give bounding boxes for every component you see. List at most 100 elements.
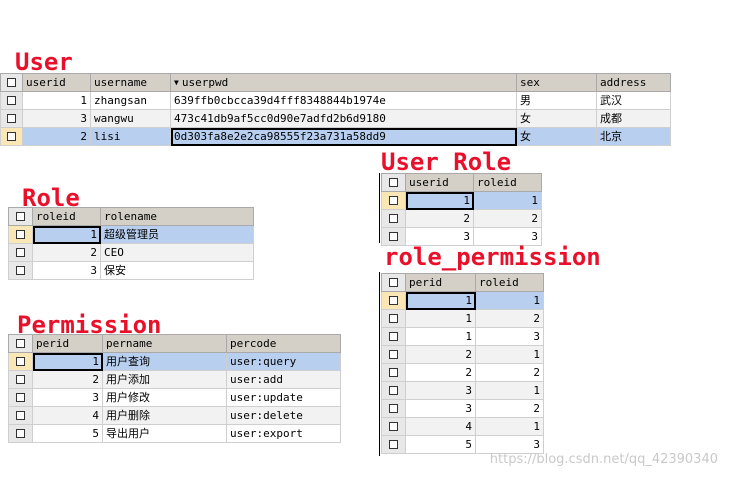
cell-userid[interactable]: 1 xyxy=(405,191,474,210)
row-selector[interactable] xyxy=(8,424,33,443)
column-header-roleid[interactable]: roleid xyxy=(475,273,544,292)
table-row[interactable]: 1 2 xyxy=(381,309,544,328)
cell-address[interactable]: 北京 xyxy=(596,127,671,146)
cell-rolename[interactable]: CEO xyxy=(100,243,254,262)
table-row[interactable]: 2 2 xyxy=(381,209,542,228)
column-header-perid[interactable]: perid xyxy=(32,334,103,353)
table-row[interactable]: 4 用户删除 user:delete xyxy=(8,406,341,425)
select-all-checkbox[interactable] xyxy=(381,173,406,192)
cell-perid[interactable]: 4 xyxy=(405,417,476,436)
table-row[interactable]: 1 zhangsan 639ffb0cbcca39d4fff8348844b19… xyxy=(0,91,671,110)
row-selector[interactable] xyxy=(381,291,406,310)
row-selector[interactable] xyxy=(381,191,406,210)
cell-roleid[interactable]: 1 xyxy=(473,191,542,210)
cell-roleid[interactable]: 3 xyxy=(32,261,101,280)
cell-roleid[interactable]: 2 xyxy=(475,399,544,418)
cell-roleid[interactable]: 3 xyxy=(475,327,544,346)
column-header-roleid[interactable]: roleid xyxy=(32,207,101,226)
column-header-userpwd[interactable]: ▼ userpwd xyxy=(170,73,517,92)
row-selector[interactable] xyxy=(381,381,406,400)
sort-desc-icon[interactable]: ▼ xyxy=(174,75,179,91)
cell-pername[interactable]: 用户查询 xyxy=(102,352,227,371)
row-selector[interactable] xyxy=(0,91,23,110)
table-row[interactable]: 1 3 xyxy=(381,327,544,346)
row-selector[interactable] xyxy=(8,406,33,425)
row-selector[interactable] xyxy=(8,225,33,244)
cell-username[interactable]: zhangsan xyxy=(90,91,171,110)
column-header-rolename[interactable]: rolename xyxy=(100,207,254,226)
row-selector[interactable] xyxy=(8,352,33,371)
cell-rolename[interactable]: 超级管理员 xyxy=(100,225,254,244)
row-selector[interactable] xyxy=(381,345,406,364)
cell-roleid[interactable]: 1 xyxy=(475,345,544,364)
table-row[interactable]: 2 1 xyxy=(381,345,544,364)
cell-perid[interactable]: 5 xyxy=(32,424,103,443)
row-selector[interactable] xyxy=(0,109,23,128)
table-row[interactable]: 5 导出用户 user:export xyxy=(8,424,341,443)
table-row[interactable]: 3 2 xyxy=(381,399,544,418)
cell-perid[interactable]: 3 xyxy=(32,388,103,407)
select-all-checkbox[interactable] xyxy=(381,273,406,292)
cell-address[interactable]: 成都 xyxy=(596,109,671,128)
cell-roleid[interactable]: 1 xyxy=(475,381,544,400)
table-row[interactable]: 3 1 xyxy=(381,381,544,400)
cell-roleid[interactable]: 3 xyxy=(475,435,544,454)
cell-address[interactable]: 武汉 xyxy=(596,91,671,110)
cell-userid[interactable]: 2 xyxy=(405,209,474,228)
row-selector[interactable] xyxy=(381,399,406,418)
cell-userpwd[interactable]: 473c41db9af5cc0d90e7adfd2b6d9180 xyxy=(170,109,517,128)
table-row[interactable]: 1 1 xyxy=(381,191,542,210)
row-selector[interactable] xyxy=(381,435,406,454)
row-selector[interactable] xyxy=(381,363,406,382)
cell-perid[interactable]: 2 xyxy=(405,363,476,382)
table-row[interactable]: 3 wangwu 473c41db9af5cc0d90e7adfd2b6d918… xyxy=(0,109,671,128)
table-row[interactable]: 3 保安 xyxy=(8,261,254,280)
cell-userpwd[interactable]: 0d303fa8e2e2ca98555f23a731a58dd9 xyxy=(170,127,517,146)
cell-perid[interactable]: 3 xyxy=(405,399,476,418)
table-row[interactable]: 1 1 xyxy=(381,291,544,310)
cell-userid[interactable]: 1 xyxy=(22,91,91,110)
cell-pername[interactable]: 用户删除 xyxy=(102,406,227,425)
cell-perid[interactable]: 2 xyxy=(405,345,476,364)
cell-perid[interactable]: 3 xyxy=(405,381,476,400)
column-header-userid[interactable]: userid xyxy=(405,173,474,192)
cell-roleid[interactable]: 2 xyxy=(475,363,544,382)
row-selector[interactable] xyxy=(8,261,33,280)
row-selector[interactable] xyxy=(381,209,406,228)
cell-perid[interactable]: 4 xyxy=(32,406,103,425)
cell-rolename[interactable]: 保安 xyxy=(100,261,254,280)
cell-roleid[interactable]: 1 xyxy=(32,225,101,244)
table-row[interactable]: 1 用户查询 user:query xyxy=(8,352,341,371)
row-selector[interactable] xyxy=(381,309,406,328)
column-header-userid[interactable]: userid xyxy=(22,73,91,92)
cell-percode[interactable]: user:export xyxy=(226,424,341,443)
cell-roleid[interactable]: 1 xyxy=(475,417,544,436)
cell-sex[interactable]: 女 xyxy=(516,109,597,128)
table-row[interactable]: 4 1 xyxy=(381,417,544,436)
column-header-percode[interactable]: percode xyxy=(226,334,341,353)
cell-pername[interactable]: 用户修改 xyxy=(102,388,227,407)
cell-roleid[interactable]: 2 xyxy=(475,309,544,328)
select-all-checkbox[interactable] xyxy=(0,73,23,92)
column-header-address[interactable]: address xyxy=(596,73,671,92)
row-selector[interactable] xyxy=(381,417,406,436)
column-header-username[interactable]: username xyxy=(90,73,171,92)
cell-perid[interactable]: 2 xyxy=(32,370,103,389)
row-selector[interactable] xyxy=(0,127,23,146)
cell-sex[interactable]: 女 xyxy=(516,127,597,146)
table-row[interactable]: 2 CEO xyxy=(8,243,254,262)
cell-perid[interactable]: 1 xyxy=(32,352,103,371)
row-selector[interactable] xyxy=(8,388,33,407)
cell-perid[interactable]: 5 xyxy=(405,435,476,454)
cell-username[interactable]: lisi xyxy=(90,127,171,146)
cell-percode[interactable]: user:update xyxy=(226,388,341,407)
cell-pername[interactable]: 导出用户 xyxy=(102,424,227,443)
cell-pername[interactable]: 用户添加 xyxy=(102,370,227,389)
cell-percode[interactable]: user:add xyxy=(226,370,341,389)
cell-userid[interactable]: 2 xyxy=(22,127,91,146)
cell-perid[interactable]: 1 xyxy=(405,327,476,346)
table-row[interactable]: 2 2 xyxy=(381,363,544,382)
cell-percode[interactable]: user:query xyxy=(226,352,341,371)
cell-roleid[interactable]: 2 xyxy=(32,243,101,262)
table-row[interactable]: 2 lisi 0d303fa8e2e2ca98555f23a731a58dd9 … xyxy=(0,127,671,146)
